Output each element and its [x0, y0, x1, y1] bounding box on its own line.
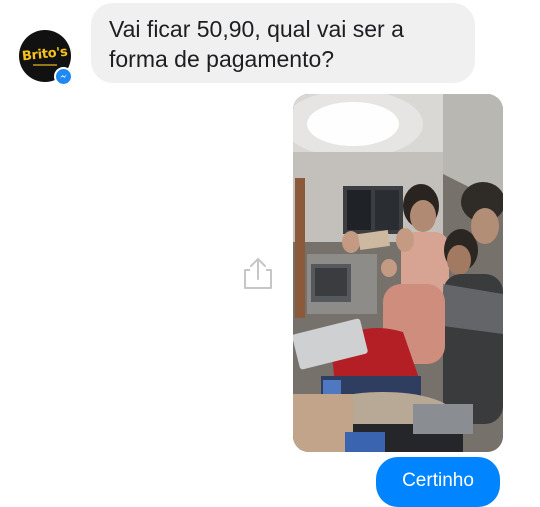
incoming-message-bubble[interactable]: Vai ficar 50,90, qual vai ser a forma de…	[91, 3, 475, 83]
brand-logo: Brito's	[21, 44, 69, 64]
share-icon[interactable]	[241, 254, 275, 292]
logo-underline	[33, 64, 57, 66]
message-thread[interactable]: Brito's Vai ficar 50,90, qual vai ser a …	[0, 0, 540, 507]
photo-attachment[interactable]	[293, 94, 503, 452]
messenger-icon	[54, 67, 73, 86]
outgoing-message-bubble[interactable]: Certinho	[376, 457, 500, 507]
